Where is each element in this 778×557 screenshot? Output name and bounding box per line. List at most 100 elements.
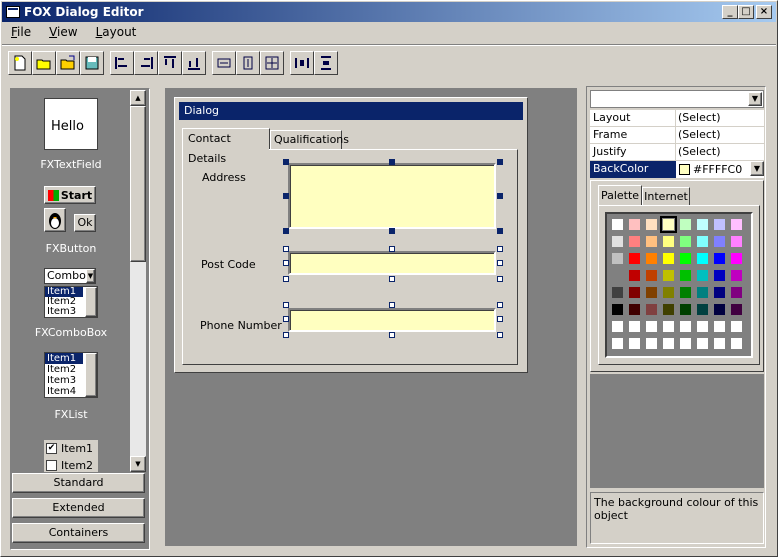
checklist-sample[interactable]: ✔ Item1 Item2 [44, 440, 98, 472]
resize-handle[interactable] [283, 228, 289, 234]
property-row[interactable]: Layout (Select) [590, 110, 764, 127]
color-swatch[interactable] [628, 303, 641, 316]
color-swatch-selected[interactable] [660, 216, 677, 233]
color-swatch[interactable] [662, 235, 675, 248]
resize-handle[interactable] [497, 316, 503, 322]
color-swatch[interactable] [628, 320, 641, 333]
color-swatch[interactable] [645, 252, 658, 265]
align-left-button[interactable] [110, 51, 134, 75]
color-swatch[interactable] [696, 320, 709, 333]
resize-handle[interactable] [497, 332, 503, 338]
color-swatch[interactable] [662, 337, 675, 350]
chevron-down-icon[interactable]: ▼ [750, 161, 764, 176]
resize-handle[interactable] [389, 276, 395, 282]
checkbox-empty-icon[interactable] [46, 460, 57, 471]
menu-view[interactable]: View [40, 24, 86, 42]
list-sample[interactable]: Item1 Item2 Item3 Item4 [44, 352, 98, 398]
color-swatch[interactable] [679, 303, 692, 316]
property-value[interactable]: (Select) [676, 110, 721, 126]
penguin-button-sample[interactable] [44, 208, 66, 232]
color-swatch[interactable] [628, 337, 641, 350]
color-swatch[interactable] [628, 218, 641, 231]
combobox-sample[interactable]: Combo ▼ [44, 268, 96, 284]
category-containers-button[interactable]: Containers [12, 523, 145, 543]
color-swatch[interactable] [662, 252, 675, 265]
align-top-button[interactable] [158, 51, 182, 75]
align-right-button[interactable] [134, 51, 158, 75]
color-swatch[interactable] [645, 286, 658, 299]
color-swatch[interactable] [696, 218, 709, 231]
color-swatch[interactable] [696, 235, 709, 248]
color-swatch[interactable] [696, 252, 709, 265]
color-swatch[interactable] [730, 337, 743, 350]
color-swatch[interactable] [679, 286, 692, 299]
property-row[interactable]: Frame (Select) [590, 127, 764, 144]
property-row[interactable]: Justify (Select) [590, 144, 764, 161]
color-swatch[interactable] [679, 320, 692, 333]
resize-handle[interactable] [389, 159, 395, 165]
title-bar[interactable]: FOX Dialog Editor [2, 2, 776, 22]
resize-handle[interactable] [283, 302, 289, 308]
color-swatch[interactable] [628, 252, 641, 265]
category-standard-button[interactable]: Standard [12, 473, 145, 493]
same-width-button[interactable] [212, 51, 236, 75]
resize-handle[interactable] [389, 246, 395, 252]
resize-handle[interactable] [497, 302, 503, 308]
post-code-field[interactable] [288, 251, 496, 275]
color-swatch[interactable] [713, 269, 726, 282]
property-value[interactable]: (Select) [676, 127, 721, 143]
color-swatch[interactable] [713, 252, 726, 265]
combo-scrollbar[interactable] [85, 287, 97, 317]
address-field[interactable] [288, 163, 496, 229]
color-swatch[interactable] [679, 269, 692, 282]
color-swatch[interactable] [628, 235, 641, 248]
color-swatch[interactable] [662, 320, 675, 333]
color-swatch[interactable] [645, 320, 658, 333]
resize-handle[interactable] [283, 316, 289, 322]
space-horizontal-button[interactable] [290, 51, 314, 75]
scroll-down-icon[interactable]: ▼ [130, 456, 146, 472]
check-item[interactable]: ✔ Item1 [44, 440, 98, 457]
phone-number-field[interactable] [288, 308, 496, 332]
color-swatch[interactable] [730, 218, 743, 231]
minimize-button[interactable]: _ [722, 5, 738, 19]
resize-handle[interactable] [497, 193, 503, 199]
ok-button-sample[interactable]: Ok [74, 214, 96, 232]
resize-handle[interactable] [283, 193, 289, 199]
category-extended-button[interactable]: Extended [12, 498, 145, 518]
resize-handle[interactable] [389, 228, 395, 234]
color-swatch[interactable] [696, 303, 709, 316]
color-swatch[interactable] [730, 269, 743, 282]
tab-contact-details[interactable]: Contact Details [182, 128, 270, 165]
textfield-sample[interactable]: Hello [44, 98, 98, 150]
check-item[interactable]: Item2 [44, 457, 98, 472]
color-swatch[interactable] [713, 320, 726, 333]
palette-scrollbar[interactable]: ▲ ▼ [130, 90, 146, 472]
save-file-button[interactable] [80, 51, 104, 75]
resize-handle[interactable] [389, 302, 395, 308]
property-value[interactable]: #FFFFC0 [676, 161, 750, 178]
color-swatch[interactable] [679, 218, 692, 231]
color-swatch[interactable] [713, 337, 726, 350]
color-swatch[interactable] [730, 286, 743, 299]
combobox-dropdown-sample[interactable]: Item1 Item2 Item3 [44, 286, 98, 318]
color-swatch[interactable] [611, 286, 624, 299]
color-swatch[interactable] [662, 286, 675, 299]
same-size-button[interactable] [260, 51, 284, 75]
resize-handle[interactable] [497, 159, 503, 165]
color-swatch[interactable] [628, 286, 641, 299]
color-swatch[interactable] [611, 337, 624, 350]
color-swatch[interactable] [730, 320, 743, 333]
resize-handle[interactable] [389, 332, 395, 338]
resize-handle[interactable] [283, 332, 289, 338]
resize-handle[interactable] [497, 276, 503, 282]
color-swatch[interactable] [628, 269, 641, 282]
color-swatch[interactable] [611, 269, 624, 282]
resize-handle[interactable] [497, 260, 503, 266]
color-swatch[interactable] [611, 252, 624, 265]
resize-handle[interactable] [283, 276, 289, 282]
list-scrollbar[interactable] [85, 353, 97, 397]
color-swatch[interactable] [696, 337, 709, 350]
color-swatch[interactable] [645, 218, 658, 231]
menu-layout[interactable]: Layout [87, 24, 146, 42]
